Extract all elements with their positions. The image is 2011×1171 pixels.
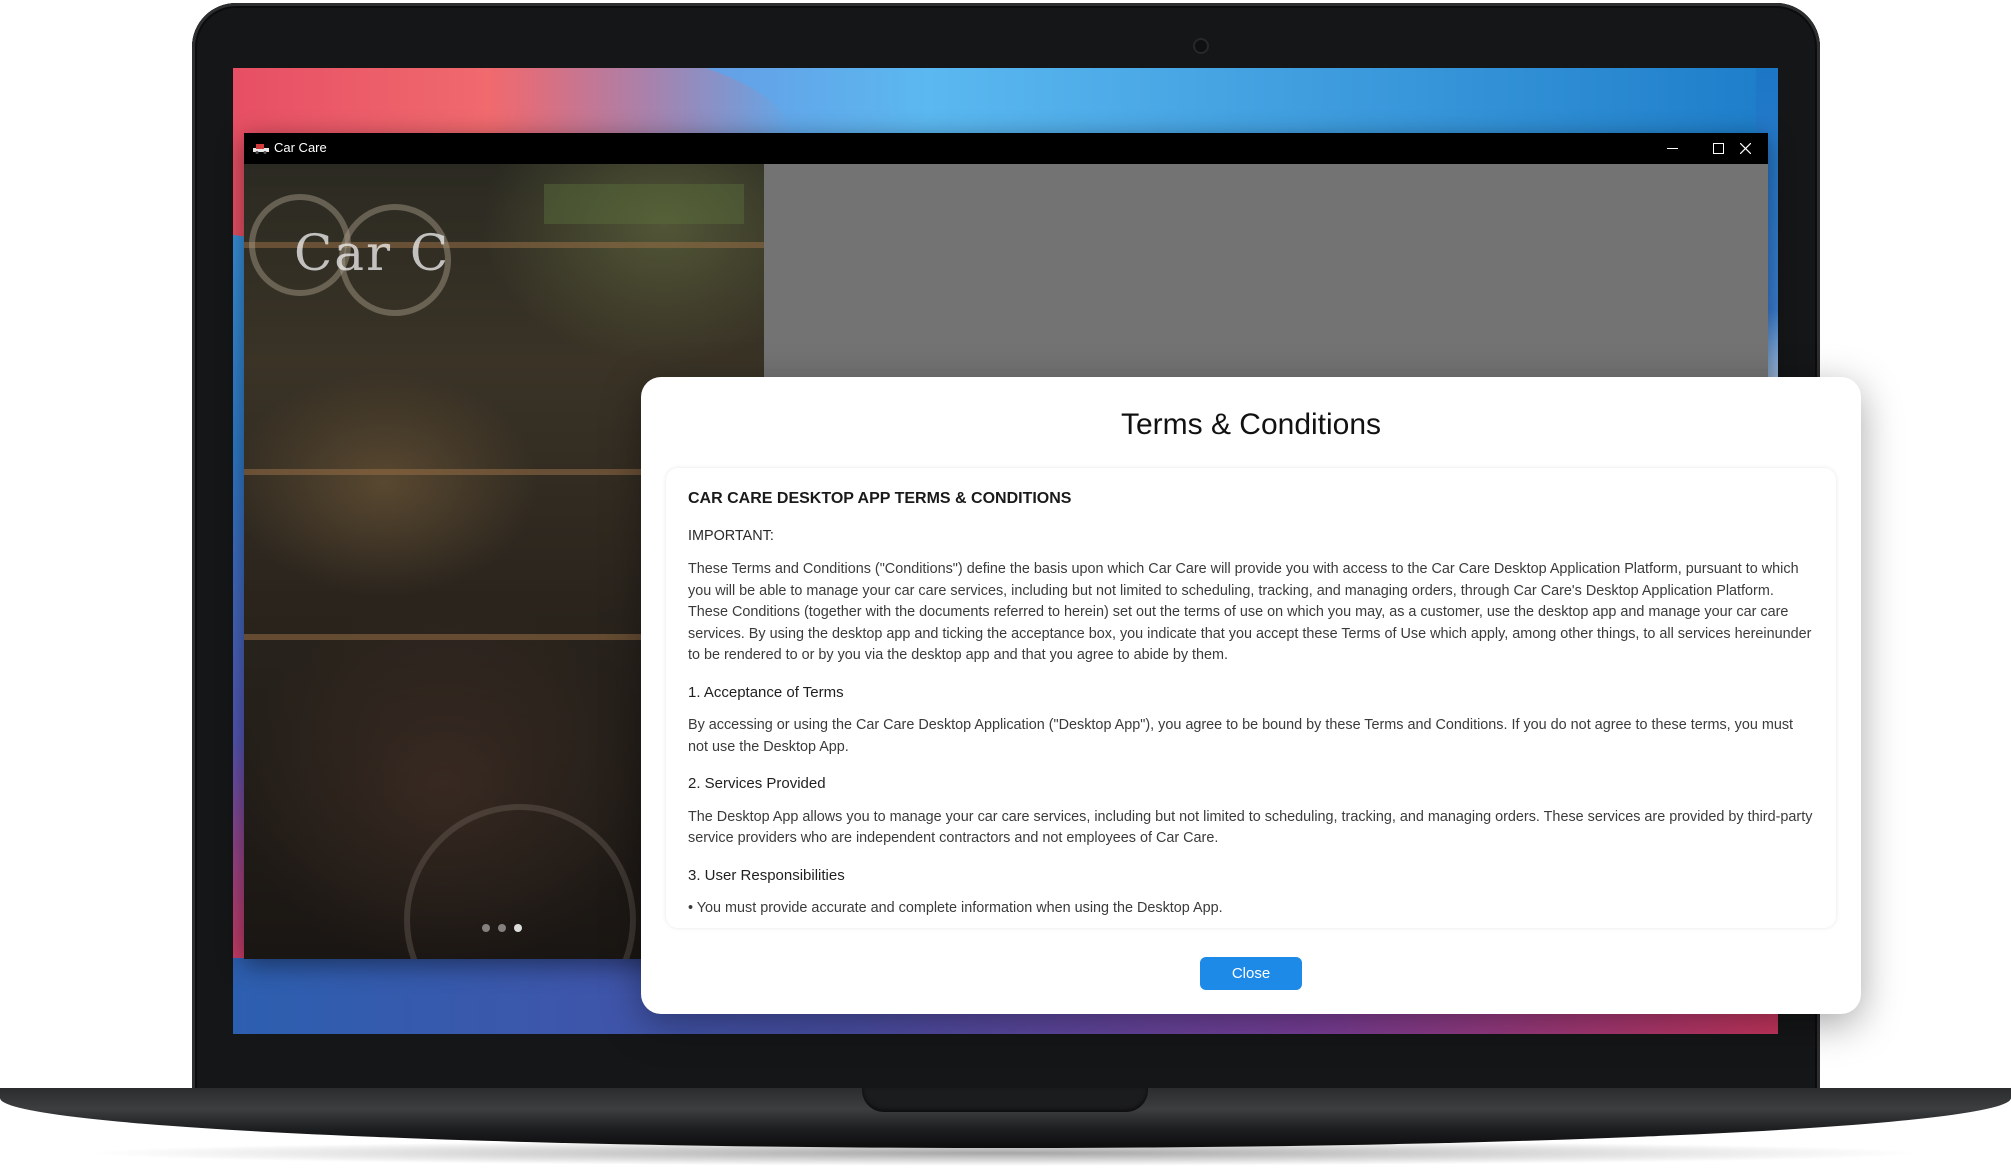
terms-modal: Terms & Conditions CAR CARE DESKTOP APP …	[641, 377, 1861, 1014]
laptop-notch	[862, 1088, 1148, 1112]
carousel-dot[interactable]	[482, 924, 490, 932]
terms-heading: CAR CARE DESKTOP APP TERMS & CONDITIONS	[688, 490, 1072, 507]
section-title: 1. Acceptance of Terms	[688, 683, 844, 701]
close-button[interactable]: Close	[1200, 957, 1302, 990]
window-title: Car Care	[274, 140, 327, 155]
app-logo-icon	[253, 144, 269, 154]
app-window: Car Care Car C Terms & Conditions CAR CA…	[244, 133, 1861, 1014]
carousel-dots	[482, 924, 522, 932]
section-title: 2. Services Provided	[688, 775, 826, 792]
section-body: The Desktop App allows you to manage you…	[688, 808, 1813, 847]
important-label: IMPORTANT:	[688, 527, 774, 544]
carousel-dot[interactable]	[498, 924, 506, 932]
window-titlebar[interactable]: Car Care	[244, 133, 1768, 164]
modal-title: Terms & Conditions	[1120, 408, 1382, 441]
minimize-icon	[1666, 148, 1678, 149]
gear-decoration	[404, 804, 636, 959]
hero-logo-text: Car C	[294, 224, 451, 282]
close-window-button[interactable]	[1722, 133, 1768, 164]
carousel-dot-active[interactable]	[514, 924, 522, 932]
camera-icon	[1193, 38, 1209, 54]
terms-scroll-area[interactable]: CAR CARE DESKTOP APP TERMS & CONDITIONS …	[666, 468, 1836, 928]
section-body: By accessing or using the Car Care Deskt…	[688, 717, 1794, 755]
minimize-button[interactable]	[1649, 133, 1695, 164]
terms-intro: These Terms and Conditions ("Conditions"…	[688, 561, 1812, 663]
close-icon	[1739, 143, 1751, 154]
shelf-boxes	[544, 184, 744, 224]
section-body: • You must provide accurate and complete…	[688, 900, 1223, 916]
section-title: 3. User Responsibilities	[688, 866, 845, 884]
